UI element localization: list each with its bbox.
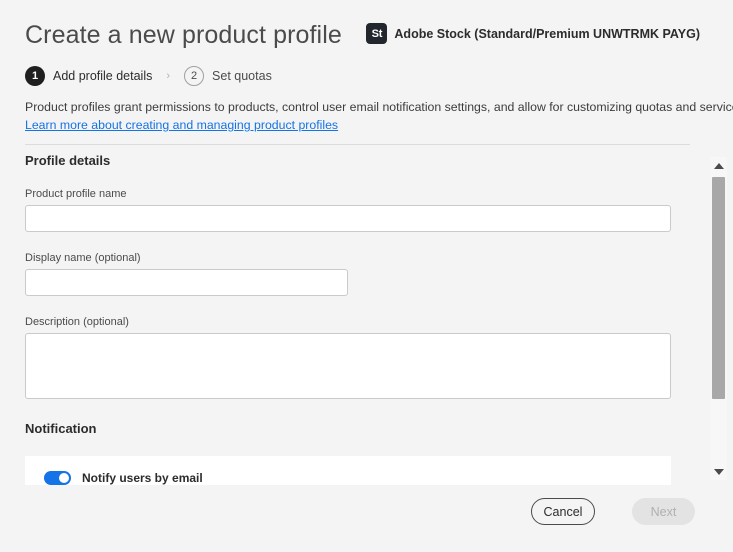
scrollbar-track[interactable] bbox=[710, 174, 727, 463]
learn-more-link[interactable]: Learn more about creating and managing p… bbox=[25, 118, 338, 132]
product-profile-name-input[interactable] bbox=[25, 205, 671, 232]
chevron-right-icon: › bbox=[166, 71, 170, 82]
step-2-label: Set quotas bbox=[212, 69, 272, 83]
page-title: Create a new product profile bbox=[25, 21, 342, 50]
notification-panel: Notify users by email bbox=[25, 456, 671, 485]
wizard-stepper: 1 Add profile details › 2 Set quotas bbox=[25, 66, 272, 86]
form-scroll-region: Profile details Product profile name Dis… bbox=[0, 143, 733, 485]
step-set-quotas[interactable]: 2 Set quotas bbox=[184, 66, 272, 86]
scroll-up-button[interactable] bbox=[710, 157, 727, 174]
intro-description: Product profiles grant permissions to pr… bbox=[25, 100, 733, 114]
toggle-knob bbox=[59, 473, 69, 483]
page-header: Create a new product profile St Adobe St… bbox=[0, 0, 733, 60]
notification-heading: Notification bbox=[25, 421, 97, 436]
display-name-input[interactable] bbox=[25, 269, 348, 296]
scroll-down-button[interactable] bbox=[710, 463, 727, 480]
vertical-scrollbar[interactable] bbox=[710, 157, 727, 480]
scrollbar-thumb[interactable] bbox=[712, 177, 725, 399]
description-textarea[interactable] bbox=[25, 333, 671, 399]
description-label: Description (optional) bbox=[25, 316, 129, 328]
product-context-tag: St Adobe Stock (Standard/Premium UNWTRMK… bbox=[366, 23, 700, 44]
notify-users-row[interactable]: Notify users by email bbox=[44, 471, 203, 485]
caret-down-icon bbox=[714, 469, 724, 475]
next-button: Next bbox=[632, 498, 695, 525]
step-2-number: 2 bbox=[184, 66, 204, 86]
section-divider bbox=[25, 144, 690, 145]
display-name-label: Display name (optional) bbox=[25, 252, 141, 264]
notify-users-label: Notify users by email bbox=[82, 471, 203, 485]
product-name-label: Adobe Stock (Standard/Premium UNWTRMK PA… bbox=[394, 27, 700, 41]
caret-up-icon bbox=[714, 163, 724, 169]
step-add-profile-details[interactable]: 1 Add profile details bbox=[25, 66, 152, 86]
step-1-label: Add profile details bbox=[53, 69, 152, 83]
notify-users-toggle[interactable] bbox=[44, 471, 71, 485]
profile-details-heading: Profile details bbox=[25, 153, 110, 168]
product-profile-name-label: Product profile name bbox=[25, 188, 127, 200]
step-1-number: 1 bbox=[25, 66, 45, 86]
cancel-button[interactable]: Cancel bbox=[531, 498, 595, 525]
dialog-footer: Cancel Next bbox=[0, 485, 733, 552]
adobe-stock-icon: St bbox=[366, 23, 387, 44]
